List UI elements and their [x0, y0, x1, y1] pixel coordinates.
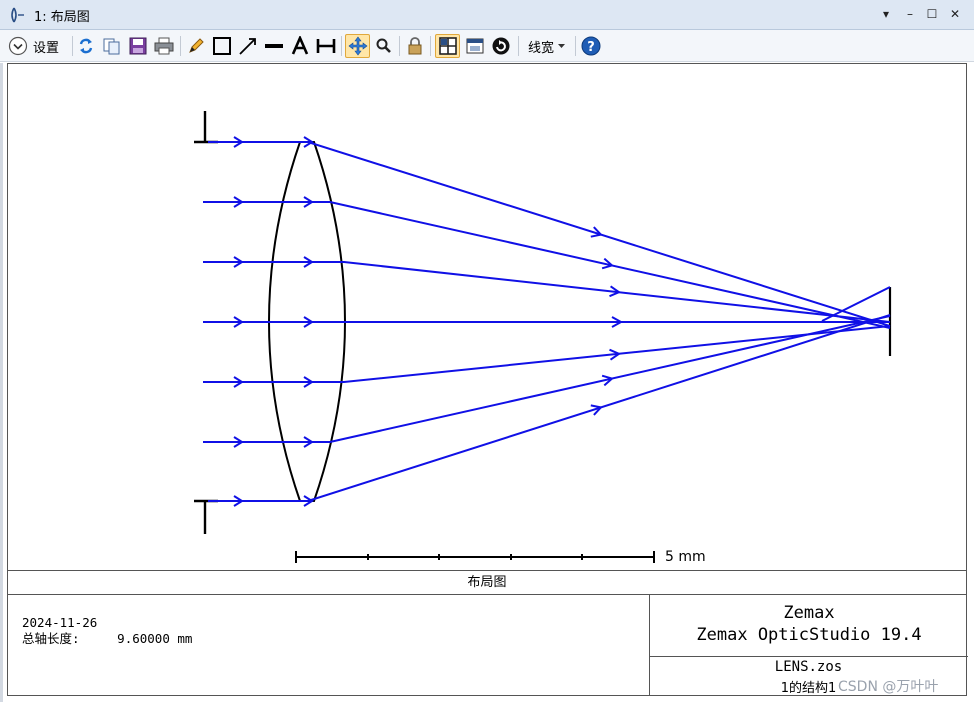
title-bar: 1: 布局图 ▾ – ☐ ✕	[0, 0, 974, 30]
draw-line-button[interactable]	[263, 35, 285, 57]
info-product-block: Zemax Zemax OpticStudio 19.4	[650, 595, 968, 657]
minimize-button[interactable]: –	[900, 5, 920, 23]
pan-icon	[348, 36, 367, 56]
window-title: 1: 布局图	[34, 10, 90, 25]
maximize-button[interactable]: ☐	[922, 5, 942, 23]
help-icon: ?	[581, 36, 601, 56]
layout-plot[interactable]: 5 mm	[7, 63, 967, 570]
draw-text-button[interactable]	[289, 35, 311, 57]
chevron-down-icon: ▾	[882, 7, 890, 21]
pencil-icon	[189, 38, 204, 53]
settings-label: 设置	[33, 40, 60, 56]
plot-caption: 布局图	[7, 570, 967, 595]
rotate-button[interactable]	[490, 35, 512, 57]
info-left: 2024-11-26 总轴长度: 9.60000 mm	[22, 615, 192, 647]
rectangle-icon	[213, 37, 231, 55]
maximize-icon: ☐	[926, 7, 938, 21]
refresh-icon	[79, 38, 93, 54]
minimize-icon: –	[907, 7, 913, 21]
pan-button[interactable]	[345, 34, 370, 58]
optical-layout-drawing	[194, 111, 892, 563]
linewidth-label: 线宽	[527, 40, 554, 56]
window-icon	[466, 38, 484, 54]
ray-path	[208, 141, 891, 327]
window-left-edge	[0, 63, 3, 702]
lock-icon	[408, 37, 422, 55]
text-icon	[291, 36, 309, 55]
brand-text: Zemax	[783, 603, 835, 623]
settings-button[interactable]: 设置	[8, 35, 68, 57]
rotate-icon	[492, 37, 510, 55]
layout-icon	[438, 37, 457, 55]
info-box: 2024-11-26 总轴长度: 9.60000 mm Zemax Zemax …	[7, 594, 968, 696]
copy-button[interactable]	[101, 35, 123, 57]
window-menu-button[interactable]: ▾	[876, 5, 896, 23]
caret-down-icon	[558, 44, 565, 48]
draw-pencil-button[interactable]	[186, 35, 206, 57]
lock-button[interactable]	[405, 35, 425, 57]
file-name-text: LENS.zos	[774, 659, 843, 675]
total-length-row: 总轴长度: 9.60000 mm	[22, 631, 192, 647]
watermark-text: CSDN @万叶叶	[838, 679, 939, 695]
zoom-icon	[376, 38, 391, 53]
close-icon: ✕	[949, 7, 961, 21]
refresh-button[interactable]	[76, 35, 96, 57]
line-icon	[265, 44, 283, 48]
save-button[interactable]	[127, 35, 149, 57]
draw-arrow-button[interactable]	[237, 35, 259, 57]
ray-path	[208, 314, 891, 502]
help-button[interactable]: ?	[580, 35, 602, 57]
copy-icon	[103, 38, 120, 55]
ray-path	[203, 325, 891, 383]
ray-bundle	[203, 136, 891, 507]
bottom-aperture-stop	[194, 499, 218, 534]
linewidth-dropdown[interactable]: 线宽	[524, 35, 570, 57]
save-icon	[129, 37, 147, 55]
scale-bar-label: 5 mm	[665, 549, 706, 565]
print-icon	[154, 37, 174, 55]
dimension-icon	[316, 39, 336, 53]
chevron-circle-icon	[8, 36, 28, 56]
draw-dimension-button[interactable]	[315, 35, 337, 57]
toolbar: 设置 线宽 ?	[0, 30, 974, 62]
svg-text:?: ?	[587, 40, 595, 55]
close-button[interactable]: ✕	[945, 5, 965, 23]
scale-bar	[295, 551, 655, 563]
total-length-label: 总轴长度:	[22, 631, 80, 646]
top-aperture-stop	[194, 111, 218, 144]
product-text: Zemax OpticStudio 19.4	[696, 625, 922, 645]
window-button[interactable]	[464, 35, 486, 57]
arrow-icon	[239, 38, 256, 55]
print-button[interactable]	[153, 35, 175, 57]
layout-window-icon	[11, 7, 24, 23]
ray-path	[203, 261, 891, 323]
zoom-button[interactable]	[374, 35, 394, 57]
layout-toggle-button[interactable]	[435, 34, 460, 58]
draw-rectangle-button[interactable]	[211, 35, 233, 57]
date-text: 2024-11-26	[22, 615, 98, 630]
total-length-value: 9.60000 mm	[117, 631, 193, 646]
